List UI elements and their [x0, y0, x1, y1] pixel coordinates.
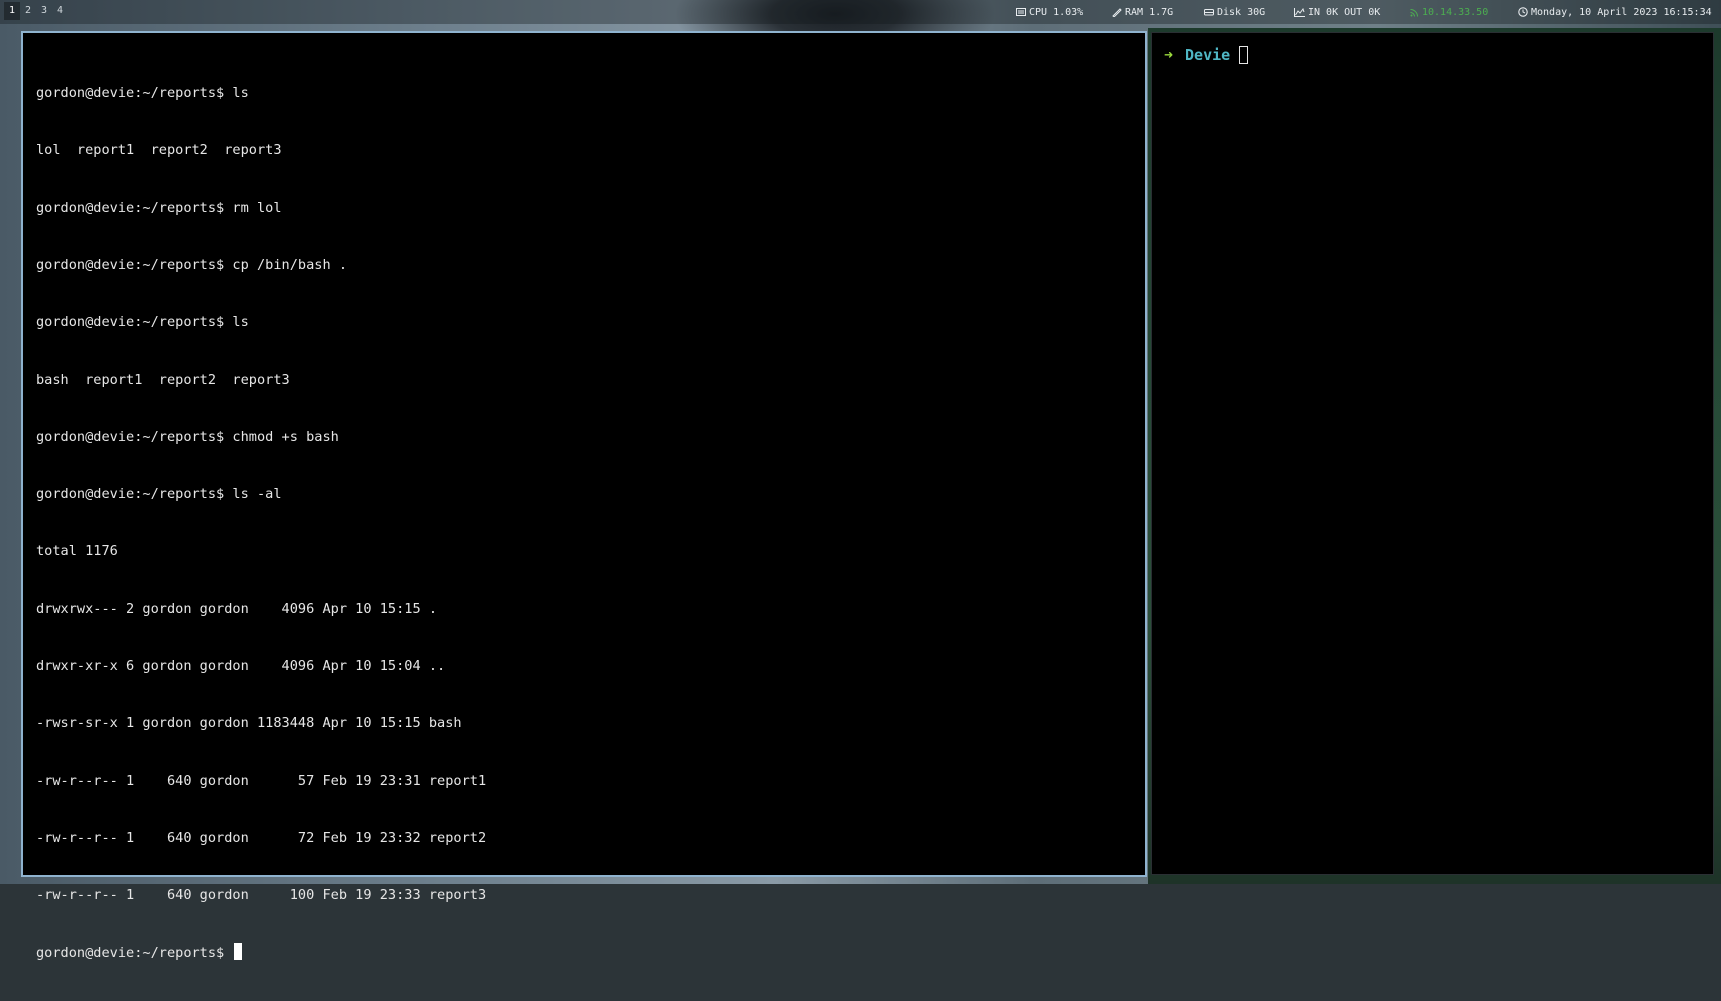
clock-icon [1518, 7, 1528, 17]
terminal-right[interactable]: ➜ Devie [1151, 32, 1714, 875]
workspace-4-button[interactable]: 4 [52, 2, 68, 20]
terminal-current-prompt-line[interactable]: gordon@devie:~/reports$ [36, 943, 486, 962]
terminal-line: gordon@devie:~/reports$ rm lol [36, 199, 282, 216]
terminal-line: total 1176 [36, 543, 118, 560]
terminal-line: gordon@devie:~/reports$ ls -al [36, 486, 282, 503]
terminal-line: gordon@devie:~/reports$ cp /bin/bash . [36, 257, 347, 274]
shell-prompt: gordon@devie:~/reports$ [36, 945, 233, 962]
ram-status: RAM 1.7G [1112, 0, 1173, 24]
clock-status: Monday, 10 April 2023 16:15:34 [1518, 0, 1712, 24]
terminal-output: gordon@devie:~/reports$ ls lol report1 r… [36, 46, 486, 1001]
terminal-line: bash report1 report2 report3 [36, 371, 290, 388]
ip-address-text: 10.14.33.50 [1422, 6, 1489, 18]
cpu-usage-text: CPU 1.03% [1029, 6, 1084, 18]
prompt-directory: Devie [1185, 46, 1231, 64]
disk-usage-text: Disk 30G [1217, 6, 1266, 18]
terminal-line: lol report1 report2 report3 [36, 142, 282, 159]
terminal-cursor-unfocused [1239, 46, 1249, 64]
workspace-2-button[interactable]: 2 [20, 2, 36, 20]
ip-status: 10.14.33.50 [1410, 0, 1488, 24]
terminal-left-focused[interactable]: gordon@devie:~/reports$ ls lol report1 r… [21, 31, 1147, 961]
terminal-line: -rwsr-sr-x 1 gordon gordon 1183448 Apr 1… [36, 715, 462, 732]
cpu-status: CPU 1.03% [1016, 0, 1083, 24]
disk-status: Disk 30G [1204, 0, 1265, 24]
memory-icon [1112, 8, 1122, 17]
status-bar: 1 2 3 4 CPU 1.03% RAM 1.7G Disk 30G IN 0… [0, 0, 1721, 24]
terminal-line: gordon@devie:~/reports$ chmod +s bash [36, 428, 339, 445]
terminal-line: gordon@devie:~/reports$ ls [36, 85, 249, 102]
terminal-line: -rw-r--r-- 1 640 gordon 100 Feb 19 23:33… [36, 887, 487, 904]
workspace-3-button[interactable]: 3 [36, 2, 52, 20]
disk-icon [1204, 9, 1214, 16]
ram-usage-text: RAM 1.7G [1125, 6, 1174, 18]
cpu-icon [1016, 7, 1026, 16]
workspace-1-button[interactable]: 1 [4, 2, 20, 20]
terminal-line: drwxr-xr-x 6 gordon gordon 4096 Apr 10 1… [36, 658, 446, 674]
zsh-prompt: ➜ Devie [1164, 45, 1249, 65]
network-traffic-text: IN 0K OUT 0K [1308, 6, 1381, 18]
network-chart-icon [1294, 7, 1305, 17]
terminal-line: -rw-r--r-- 1 640 gordon 57 Feb 19 23:31 … [36, 772, 487, 789]
terminal-line: -rw-r--r-- 1 640 gordon 72 Feb 19 23:32 … [36, 829, 487, 846]
terminal-line: drwxrwx--- 2 gordon gordon 4096 Apr 10 1… [36, 600, 438, 617]
terminal-cursor [234, 943, 243, 961]
terminal-line: gordon@devie:~/reports$ ls [36, 314, 249, 331]
network-status: IN 0K OUT 0K [1294, 0, 1380, 24]
arrow-right-icon: ➜ [1164, 46, 1174, 64]
datetime-text: Monday, 10 April 2023 16:15:34 [1531, 6, 1712, 18]
wifi-icon [1410, 8, 1418, 17]
